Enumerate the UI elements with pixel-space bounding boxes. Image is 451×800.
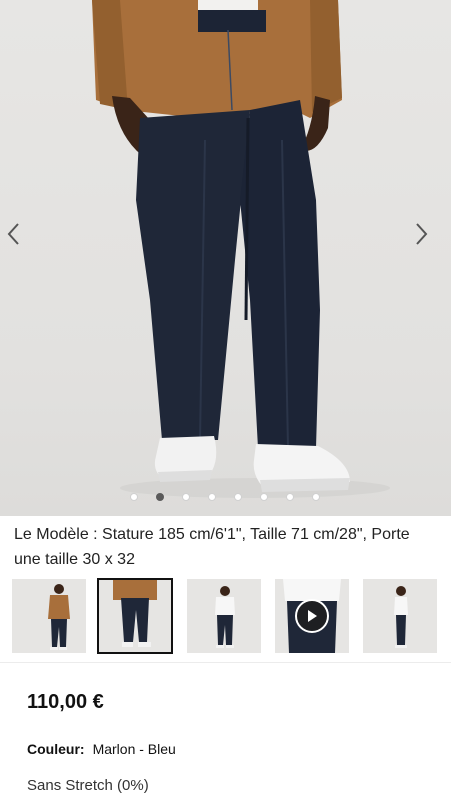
thumb-front-closeup[interactable] [97, 578, 173, 654]
carousel-dot[interactable] [208, 493, 216, 501]
carousel-dot[interactable] [260, 493, 268, 501]
stretch-info: Sans Stretch (0%) [27, 777, 149, 794]
thumbnail-image [394, 586, 408, 648]
color-value: Marlon - Bleu [92, 741, 176, 757]
carousel-dot[interactable] [234, 493, 242, 501]
carousel-dot-active[interactable] [156, 493, 164, 501]
carousel-prev-button[interactable] [6, 222, 30, 246]
carousel-dot[interactable] [286, 493, 294, 501]
carousel-dot[interactable] [312, 493, 320, 501]
color-row: Couleur: Marlon - Bleu [27, 741, 176, 757]
carousel-dot[interactable] [130, 493, 138, 501]
thumbnail-strip [0, 578, 451, 657]
divider [0, 662, 451, 663]
thumb-front-full[interactable] [12, 579, 86, 653]
carousel-dot[interactable] [182, 493, 190, 501]
thumbnail-image [48, 584, 70, 650]
play-button[interactable] [295, 599, 329, 633]
thumb-back-video[interactable] [275, 579, 349, 653]
thumb-side[interactable] [363, 579, 437, 653]
carousel-pagination [0, 493, 451, 503]
product-price: 110,00 € [27, 691, 104, 713]
carousel-next-button[interactable] [413, 222, 437, 246]
chevron-left-icon [7, 223, 19, 245]
thumb-white-shirt-front[interactable] [187, 579, 261, 653]
thumbnail-image [215, 586, 235, 648]
model-caption: Le Modèle : Stature 185 cm/6'1", Taille … [14, 526, 410, 568]
model-jeans-illustration [92, 0, 390, 498]
thumbnail-image [113, 580, 157, 647]
color-label: Couleur: [27, 741, 85, 757]
play-icon [308, 610, 317, 622]
chevron-right-icon [416, 223, 428, 245]
product-hero-image[interactable] [0, 0, 451, 516]
